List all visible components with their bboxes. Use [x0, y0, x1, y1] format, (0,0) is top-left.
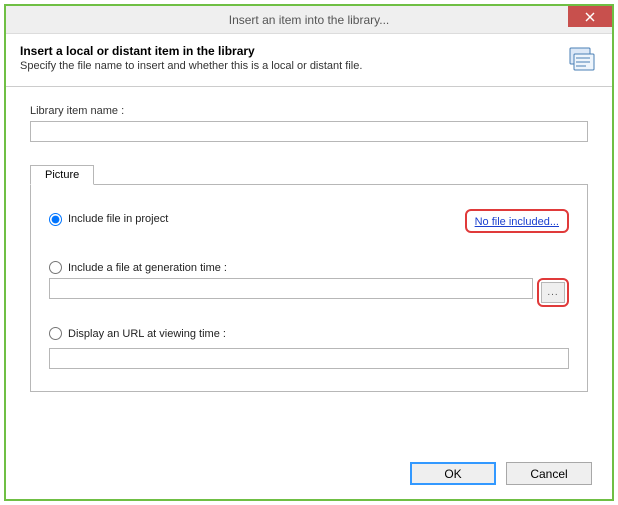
option-include-at-generation-label: Include a file at generation time :: [68, 262, 227, 274]
library-item-name-input[interactable]: [30, 121, 588, 142]
close-icon: [585, 12, 595, 22]
window-title: Insert an item into the library...: [229, 13, 390, 27]
radio-include-in-project[interactable]: [49, 213, 62, 226]
content-area: Library item name : Picture Include file…: [6, 87, 612, 402]
option-include-in-project[interactable]: Include file in project: [49, 213, 168, 226]
option-display-url[interactable]: Display an URL at viewing time :: [49, 327, 569, 340]
header-subtitle: Specify the file name to insert and whet…: [20, 60, 362, 72]
library-icon: [564, 44, 598, 74]
generation-path-input[interactable]: [49, 278, 533, 299]
close-button[interactable]: [568, 6, 612, 27]
highlight-no-file: No file included...: [465, 209, 569, 233]
url-input[interactable]: [49, 348, 569, 369]
tab-picture[interactable]: Picture: [30, 165, 94, 185]
button-bar: OK Cancel: [410, 462, 592, 485]
header-text: Insert a local or distant item in the li…: [20, 44, 362, 72]
titlebar: Insert an item into the library...: [6, 6, 612, 34]
file-status-link[interactable]: No file included...: [475, 216, 559, 228]
radio-display-url[interactable]: [49, 327, 62, 340]
highlight-browse: ...: [537, 278, 569, 307]
tab-panel-picture: Include file in project No file included…: [30, 184, 588, 392]
option-display-url-label: Display an URL at viewing time :: [68, 328, 226, 340]
header-panel: Insert a local or distant item in the li…: [6, 34, 612, 87]
tabset: Picture Include file in project No file …: [30, 164, 588, 392]
option-include-in-project-label: Include file in project: [68, 213, 168, 225]
ok-button[interactable]: OK: [410, 462, 496, 485]
radio-include-at-generation[interactable]: [49, 261, 62, 274]
library-item-name-label: Library item name :: [30, 105, 588, 117]
header-title: Insert a local or distant item in the li…: [20, 44, 255, 58]
dialog-window: Insert an item into the library... Inser…: [4, 4, 614, 501]
cancel-button[interactable]: Cancel: [506, 462, 592, 485]
browse-button[interactable]: ...: [541, 282, 565, 303]
option-include-at-generation[interactable]: Include a file at generation time :: [49, 261, 569, 274]
